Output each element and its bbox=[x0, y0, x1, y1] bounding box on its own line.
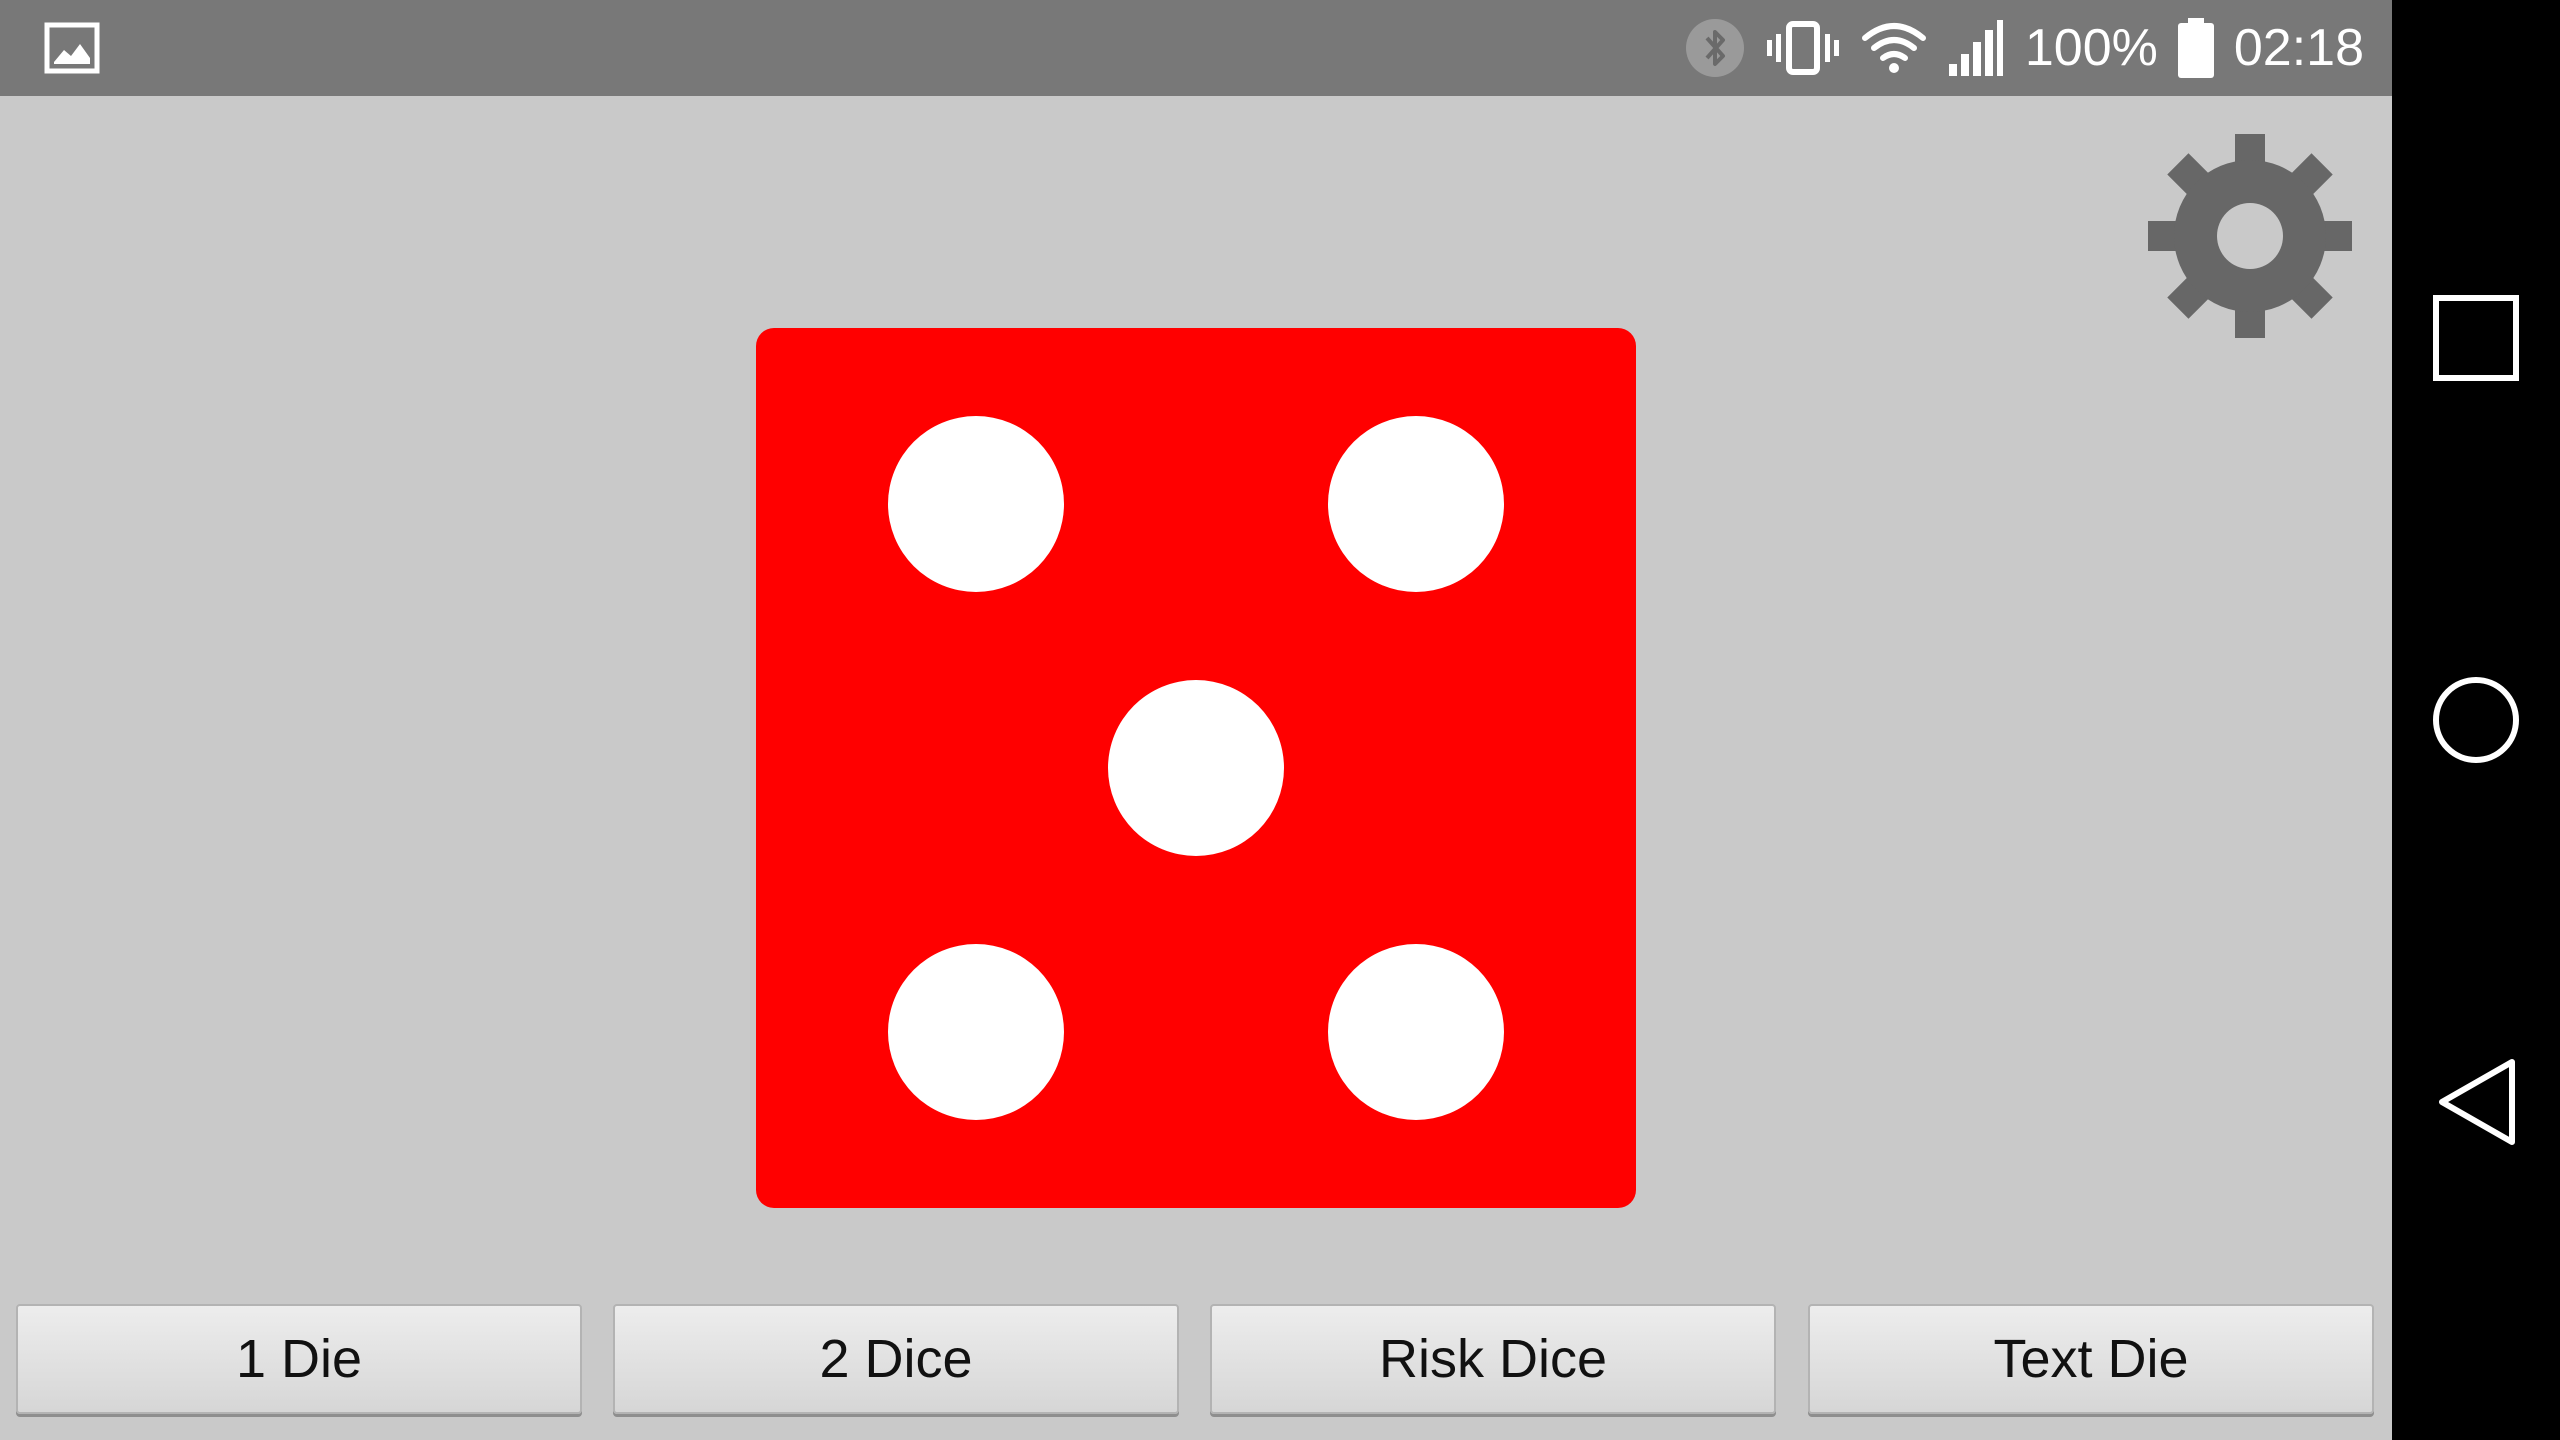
battery-percent: 100% bbox=[2024, 19, 2158, 77]
navigation-bar bbox=[2392, 0, 2560, 1440]
home-circle-icon bbox=[2433, 677, 2519, 763]
gear-icon bbox=[2148, 134, 2352, 338]
settings-button[interactable] bbox=[2148, 134, 2352, 338]
status-icons: 100% 02:18 bbox=[1685, 0, 2364, 96]
one-die-button[interactable]: 1 Die bbox=[16, 1304, 582, 1414]
die-face-five[interactable] bbox=[756, 328, 1636, 1208]
risk-dice-button[interactable]: Risk Dice bbox=[1210, 1304, 1776, 1414]
clock: 02:18 bbox=[2233, 19, 2364, 77]
vibrate-icon bbox=[1765, 18, 1841, 78]
back-triangle-icon bbox=[2439, 1059, 2515, 1145]
screen: 100% 02:18 1 Die 2 Dice Risk Dice Text D… bbox=[0, 0, 2560, 1440]
bluetooth-icon bbox=[1685, 18, 1745, 78]
two-dice-button[interactable]: 2 Dice bbox=[613, 1304, 1179, 1414]
cell-signal-icon bbox=[1947, 18, 2005, 78]
pip bbox=[1108, 680, 1284, 856]
pip bbox=[1328, 416, 1504, 592]
text-die-button[interactable]: Text Die bbox=[1808, 1304, 2374, 1414]
home-button[interactable] bbox=[2416, 660, 2536, 780]
battery-full-icon bbox=[2177, 18, 2214, 78]
pip bbox=[1328, 944, 1504, 1120]
wifi-icon bbox=[1861, 20, 1927, 76]
back-button[interactable] bbox=[2416, 1042, 2536, 1162]
mode-buttons: 1 Die 2 Dice Risk Dice Text Die bbox=[0, 1304, 2392, 1416]
image-notification-icon bbox=[44, 22, 100, 74]
status-bar: 100% 02:18 bbox=[0, 0, 2392, 96]
recents-button[interactable] bbox=[2416, 278, 2536, 398]
recents-square-icon bbox=[2433, 295, 2519, 381]
pip bbox=[888, 944, 1064, 1120]
pip bbox=[888, 416, 1064, 592]
